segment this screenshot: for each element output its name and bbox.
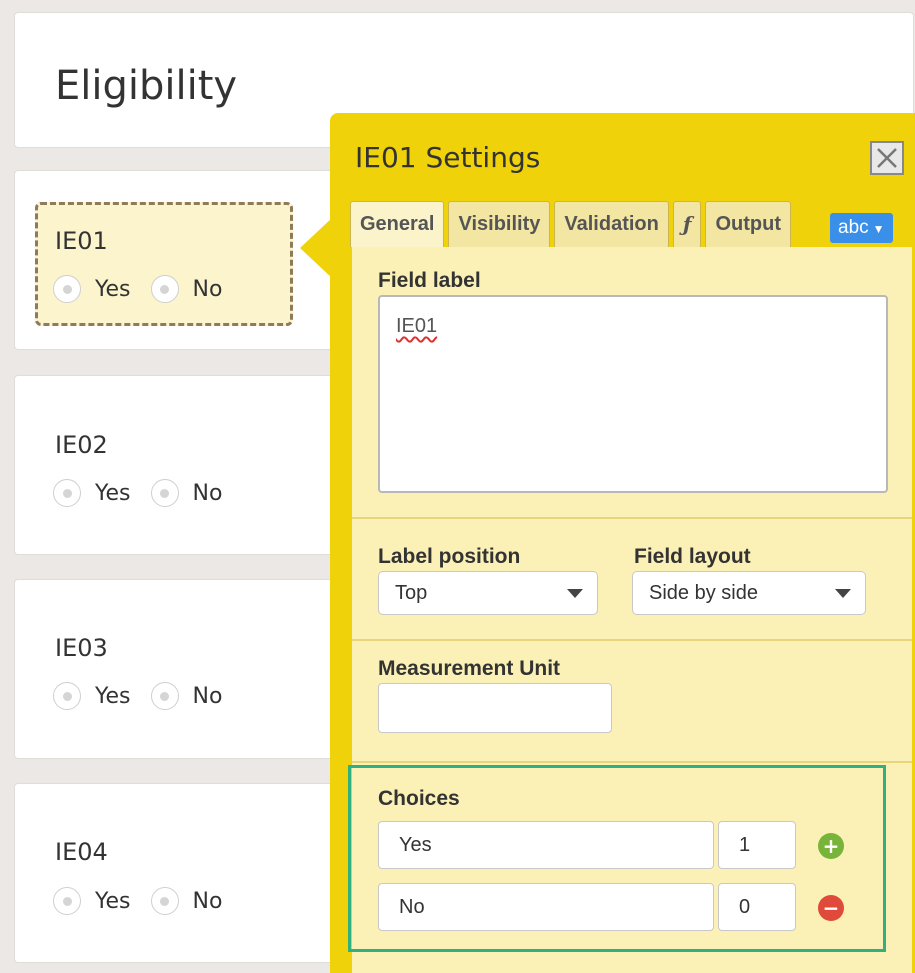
caret-down-icon: ▼ (872, 222, 885, 236)
radio-yes[interactable] (53, 479, 81, 507)
settings-title: IE01 Settings (355, 141, 541, 174)
tab-general[interactable]: General (350, 201, 445, 247)
language-label: abc (838, 217, 869, 238)
radio-label-no: No (192, 888, 223, 914)
field-layout-value: Side by side (649, 582, 758, 604)
close-button[interactable] (870, 141, 904, 175)
radio-label-yes: Yes (95, 276, 131, 302)
measurement-unit-input[interactable] (378, 683, 612, 733)
divider (352, 639, 912, 641)
form-title: Eligibility (55, 63, 238, 109)
field-label-value: IE01 (396, 315, 438, 337)
radio-label-no: No (192, 683, 223, 709)
radio-label-yes: Yes (95, 683, 131, 709)
radio-yes[interactable] (53, 887, 81, 915)
measurement-unit-heading: Measurement Unit (378, 657, 561, 680)
question-label: IE03 (55, 634, 108, 662)
radio-yes[interactable] (53, 682, 81, 710)
tab-visibility[interactable]: Visibility (448, 201, 551, 247)
chevron-down-icon (567, 589, 583, 598)
panel-pointer (300, 218, 332, 278)
close-icon (877, 148, 897, 168)
settings-tabs: General Visibility Validation ƒ Output (350, 201, 795, 247)
tab-function[interactable]: ƒ (672, 201, 702, 247)
chevron-down-icon (835, 589, 851, 598)
radio-label-no: No (192, 276, 223, 302)
selected-field-outline[interactable] (35, 202, 293, 326)
question-options: Yes No (53, 479, 242, 507)
language-dropdown-button[interactable]: abc ▼ (830, 213, 893, 243)
question-options: Yes No (53, 275, 242, 303)
question-options: Yes No (53, 682, 242, 710)
radio-no[interactable] (150, 479, 179, 507)
tab-output[interactable]: Output (705, 201, 791, 247)
divider (352, 761, 912, 763)
field-label-textarea[interactable]: IE01 (378, 295, 888, 493)
radio-label-yes: Yes (95, 480, 131, 506)
question-label: IE02 (55, 431, 108, 459)
label-position-select[interactable]: Top (378, 571, 598, 615)
field-layout-select[interactable]: Side by side (632, 571, 866, 615)
question-options: Yes No (53, 887, 242, 915)
label-position-value: Top (395, 582, 428, 604)
radio-label-yes: Yes (95, 888, 131, 914)
radio-no[interactable] (150, 887, 179, 915)
label-position-heading: Label position (378, 545, 521, 568)
radio-label-no: No (192, 480, 223, 506)
question-label: IE04 (55, 838, 108, 866)
question-label: IE01 (55, 227, 108, 255)
radio-no[interactable] (150, 682, 179, 710)
radio-no[interactable] (150, 275, 179, 303)
tab-validation[interactable]: Validation (554, 201, 669, 247)
radio-yes[interactable] (53, 275, 81, 303)
field-label-heading: Field label (378, 269, 481, 292)
choices-highlight-box (348, 765, 886, 952)
field-layout-heading: Field layout (634, 545, 751, 568)
divider (352, 517, 912, 519)
